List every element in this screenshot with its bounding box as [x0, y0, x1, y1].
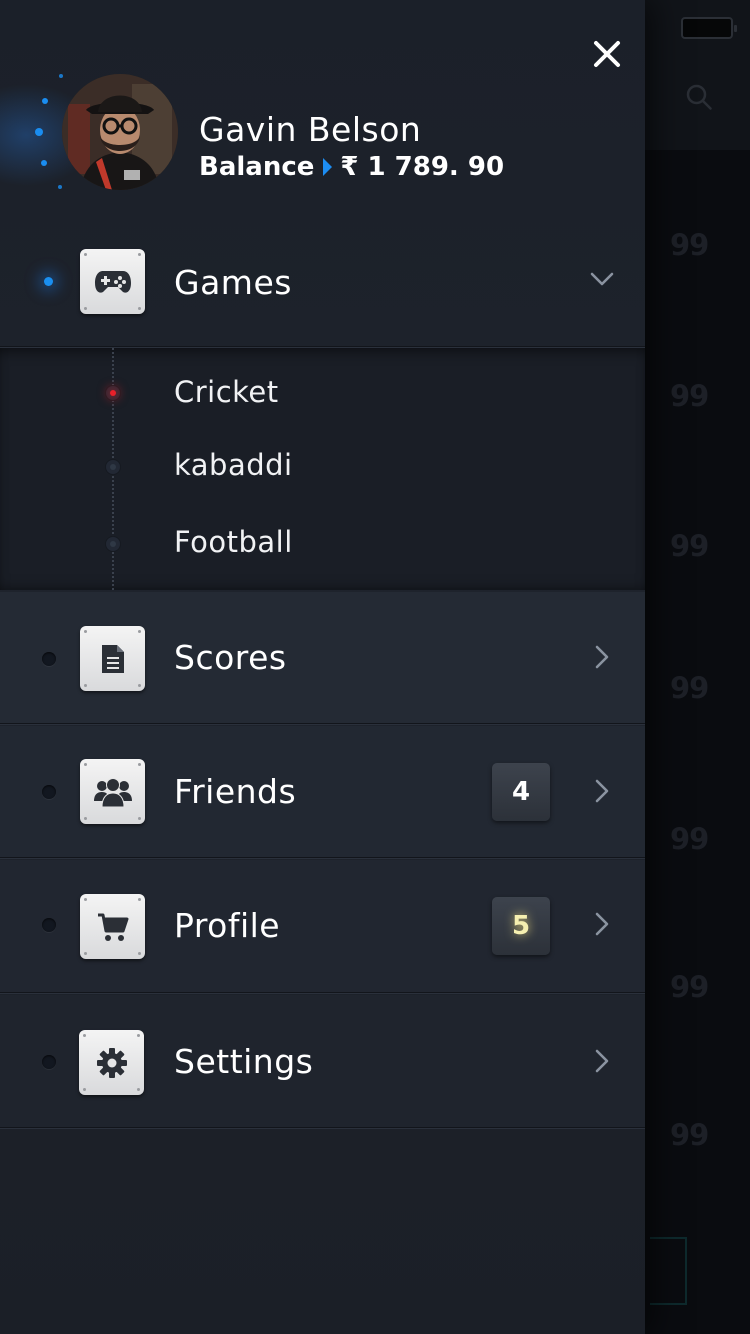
active-indicator: [44, 277, 53, 286]
submenu-item-kabaddi[interactable]: kabaddi: [174, 448, 293, 482]
background-score: 99: [670, 228, 709, 262]
chevron-right-icon[interactable]: [590, 779, 614, 803]
chevron-right-icon[interactable]: [590, 645, 614, 669]
profile-icon-tile: [80, 894, 145, 959]
avatar-image: [62, 74, 178, 190]
submenu-item-football[interactable]: Football: [174, 525, 293, 559]
background-score: 99: [670, 529, 709, 563]
chevron-right-icon[interactable]: [590, 912, 614, 936]
balance: Balance ₹ 1 789. 90: [199, 152, 504, 182]
background-score: 99: [670, 671, 709, 705]
menu-item-games[interactable]: Games: [0, 225, 645, 346]
notification-badge: 4: [492, 763, 550, 821]
gear-icon: [96, 1047, 127, 1078]
submenu-dot: [106, 460, 120, 474]
search-icon[interactable]: [686, 84, 712, 110]
divider: [0, 1127, 645, 1129]
cart-icon: [97, 913, 128, 941]
divider: [0, 857, 645, 859]
settings-icon-tile: [79, 1030, 144, 1095]
battery-icon: [681, 17, 737, 39]
chevron-down-icon[interactable]: [590, 267, 614, 291]
background-score: 99: [670, 1118, 709, 1152]
background-panel: [650, 1237, 687, 1305]
balance-label: Balance: [199, 152, 315, 182]
games-icon-tile: [80, 249, 145, 314]
notification-badge: 5: [492, 897, 550, 955]
menu-item-settings[interactable]: Settings: [0, 995, 645, 1127]
status-dot: [42, 652, 56, 666]
menu-item-label: Settings: [174, 1042, 314, 1081]
divider: [0, 992, 645, 994]
menu-item-label: Scores: [174, 638, 287, 677]
document-icon: [101, 644, 124, 673]
progress-dot: [59, 74, 63, 78]
status-dot: [42, 918, 56, 932]
progress-dot: [35, 128, 43, 136]
background-score: 99: [670, 970, 709, 1004]
submenu-dot: [106, 537, 120, 551]
background-score: 99: [670, 379, 709, 413]
group-icon: [93, 777, 132, 807]
background-score: 99: [670, 822, 709, 856]
user-name: Gavin Belson: [199, 110, 422, 149]
scores-icon-tile: [80, 626, 145, 691]
menu-item-label: Games: [174, 263, 292, 302]
menu-item-friends[interactable]: Friends 4: [0, 726, 645, 857]
friends-icon-tile: [80, 759, 145, 824]
menu-item-scores[interactable]: Scores: [0, 592, 645, 723]
menu-item-label: Friends: [174, 772, 297, 811]
navigation-drawer: Gavin Belson Balance ₹ 1 789. 90 Games C…: [0, 0, 645, 1334]
status-dot: [42, 785, 56, 799]
submenu-active-dot: [106, 386, 120, 400]
progress-dot: [41, 160, 47, 166]
menu-item-label: Profile: [174, 906, 281, 945]
progress-dot: [58, 185, 62, 189]
status-dot: [42, 1055, 56, 1069]
divider: [0, 723, 645, 725]
menu-item-profile[interactable]: Profile 5: [0, 860, 645, 992]
balance-value: ₹ 1 789. 90: [340, 152, 505, 182]
close-icon[interactable]: [590, 37, 624, 71]
games-submenu: [0, 348, 645, 590]
chevron-right-icon[interactable]: [590, 1049, 614, 1073]
arrow-right-icon: [323, 158, 333, 176]
avatar[interactable]: [62, 74, 178, 190]
gamepad-icon: [94, 270, 131, 293]
progress-dot: [42, 98, 48, 104]
submenu-item-cricket[interactable]: Cricket: [174, 375, 279, 409]
